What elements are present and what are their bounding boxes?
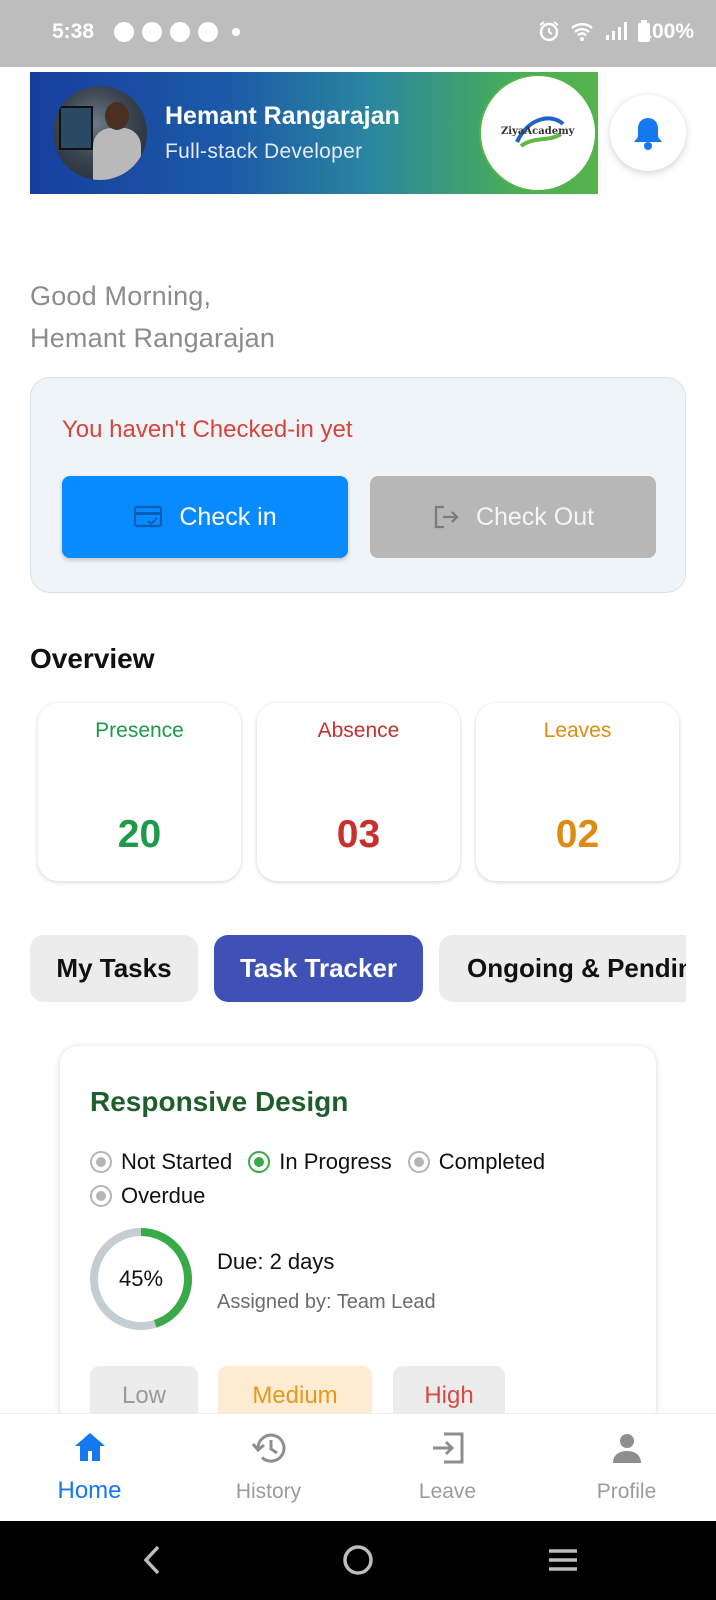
radio-checked-icon [248,1151,271,1173]
radio-icon [407,1151,430,1173]
alarm-icon [539,21,559,42]
home-icon [74,1433,105,1461]
task-title: Responsive Design [90,1086,349,1117]
nav-profile[interactable]: Profile [537,1414,716,1522]
status-label: Overdue [121,1183,206,1208]
nav-label: Leave [418,1480,477,1503]
app-icon [170,22,190,42]
signal-icon [606,22,627,40]
progress-percent: 45% [118,1266,164,1291]
status-time: 5:38 [52,20,95,43]
person-icon [612,1434,641,1463]
compass-icon [198,22,218,42]
leave-icon [432,1432,463,1464]
user-role: Full-stack Developer [165,140,363,163]
status-option-completed[interactable]: Completed [407,1146,546,1178]
home-circle-icon[interactable] [341,1543,375,1577]
tab-my-tasks[interactable]: My Tasks [30,935,198,1002]
battery-percent: 100% [640,20,694,43]
status-option-overdue[interactable]: Overdue [90,1180,205,1212]
wifi-icon [571,23,593,41]
bell-icon [634,118,662,150]
greeting-line: Good Morning, [30,281,212,311]
tab-ongoing-pending[interactable]: Ongoing & Pending [439,935,686,1002]
status-bar: 5:38 100% [0,0,716,67]
status-label: Not Started [121,1149,233,1174]
back-icon[interactable] [140,1543,164,1577]
task-assigned-by: Assigned by: Team Lead [217,1291,436,1313]
company-logo: ZiyaAcademy [479,74,597,192]
card-check-icon [134,505,163,528]
overview-title: Overview [30,643,155,674]
radio-icon [90,1185,112,1207]
whatsapp-icon [142,22,162,42]
avatar[interactable] [53,86,147,180]
task-card[interactable]: Responsive Design Not Started In Progres… [60,1046,656,1426]
nav-history[interactable]: History [179,1414,358,1522]
status-label: In Progress [279,1149,392,1174]
stat-label: Absence [317,719,400,742]
task-tabs: My Tasks Task Tracker Ongoing & Pending [30,935,686,1003]
stat-card-presence: Presence 20 [38,703,241,881]
greeting: Good Morning, Hemant Rangarajan [30,275,275,359]
system-nav-bar [0,1521,716,1600]
stat-card-absence: Absence 03 [257,703,460,881]
radio-icon [90,1151,112,1173]
stat-label: Presence [95,719,184,742]
nav-label: History [235,1480,302,1503]
bottom-nav: Home History Leave Profile [0,1413,716,1521]
nav-leave[interactable]: Leave [358,1414,537,1522]
checkin-status-message: You haven't Checked-in yet [62,416,353,443]
history-icon [251,1433,285,1463]
status-option-in-progress[interactable]: In Progress [248,1146,392,1178]
task-due: Due: 2 days [217,1249,335,1274]
status-option-not-started[interactable]: Not Started [90,1146,232,1178]
checkout-label: Check Out [475,502,595,531]
stat-value: 02 [555,813,600,856]
stat-value: 20 [117,813,162,856]
system-icons [538,20,650,42]
checkin-button[interactable]: Check in [62,476,348,558]
status-label: Completed [438,1149,546,1174]
greeting-user-name: Hemant Rangarajan [30,323,276,353]
notifications-button[interactable] [610,95,686,171]
nav-label: Profile [596,1480,657,1503]
recents-icon[interactable] [546,1543,580,1577]
nav-label: Home [57,1477,122,1504]
logout-icon [434,505,459,529]
logo-text: ZiyaAcademy [501,126,575,137]
stat-label: Leaves [543,719,612,742]
stat-card-leaves: Leaves 02 [476,703,679,881]
checkout-button[interactable]: Check Out [370,476,656,558]
task-status-options: Not Started In Progress Completed Overdu… [90,1144,610,1212]
nav-home[interactable]: Home [0,1414,179,1522]
checkin-label: Check in [179,502,277,531]
notification-icons [114,22,240,42]
dot-icon [232,28,240,36]
user-name: Hemant Rangarajan [165,102,400,130]
tab-task-tracker[interactable]: Task Tracker [214,935,423,1002]
stat-value: 03 [336,813,381,856]
profile-banner: Hemant Rangarajan Full-stack Developer Z… [30,72,598,194]
chat-icon [114,22,134,42]
checkin-card: You haven't Checked-in yet Check in Chec… [30,377,686,593]
